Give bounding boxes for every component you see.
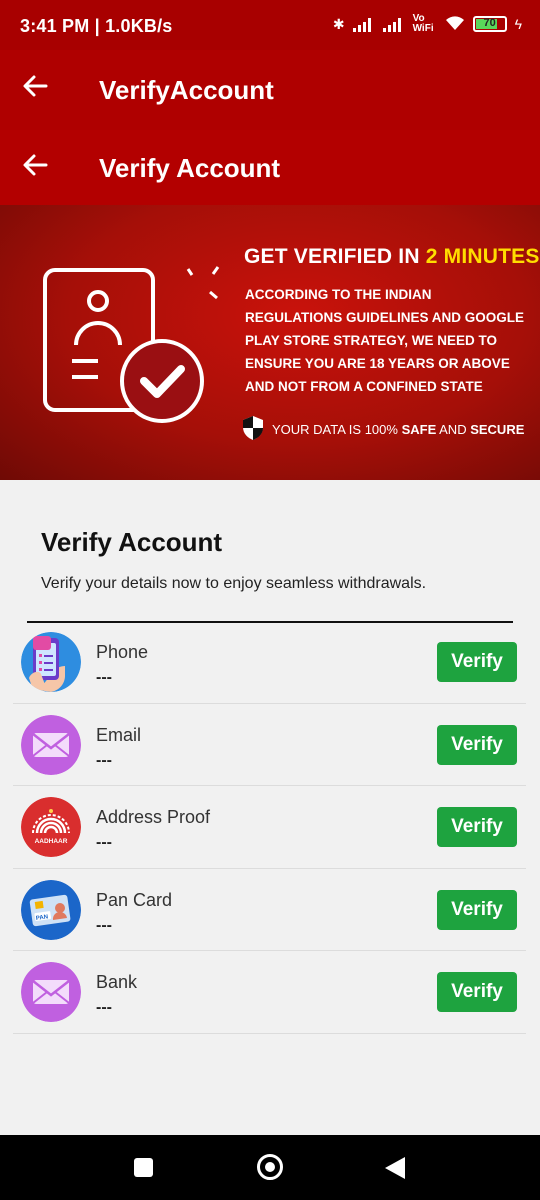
item-label: Address Proof xyxy=(96,807,211,827)
vowifi-label: Vo WiFi xyxy=(412,13,434,34)
item-value: --- xyxy=(96,669,112,686)
back-button[interactable] xyxy=(385,1157,405,1179)
verify-content: Verify Account Verify your details now t… xyxy=(0,480,540,1135)
list-item-address-proof: AADHAAR Address Proof --- Verify xyxy=(13,786,526,869)
safe-secure-note: YOUR DATA IS 100% SAFE AND SECURE xyxy=(242,415,524,444)
section-subtitle: Verify your details now to enjoy seamles… xyxy=(41,575,427,592)
battery-level: 70 xyxy=(483,17,496,29)
item-value: --- xyxy=(96,834,112,851)
system-nav-bar xyxy=(0,1135,540,1200)
recents-button[interactable] xyxy=(134,1158,153,1177)
item-label: Phone xyxy=(96,642,149,662)
id-card-check-icon xyxy=(40,265,220,435)
aadhaar-icon: AADHAAR xyxy=(21,797,81,857)
banner-description: ACCORDING TO THE INDIAN REGULATIONS GUID… xyxy=(245,287,525,394)
wifi-icon xyxy=(445,15,465,34)
shield-icon xyxy=(242,415,264,444)
bank-email-icon xyxy=(21,962,81,1022)
bluetooth-icon: ✱ xyxy=(332,15,345,32)
item-label: Email xyxy=(96,724,142,745)
screen-title: Verify Account xyxy=(99,153,281,183)
item-value: --- xyxy=(96,751,112,769)
verify-phone-button[interactable]: Verify xyxy=(437,642,517,682)
verify-email-button[interactable]: Verify xyxy=(437,724,517,765)
svg-text:AADHAAR: AADHAAR xyxy=(35,838,68,845)
pan-card-icon: PAN xyxy=(21,879,81,940)
headline-text: GET VERIFIED IN xyxy=(244,245,426,268)
phone-icon xyxy=(21,632,81,692)
item-label: Bank xyxy=(96,972,138,992)
section-title: Verify Account xyxy=(41,527,223,557)
verify-address-proof-button[interactable]: Verify xyxy=(437,807,517,847)
verify-bank-button[interactable]: Verify xyxy=(437,972,517,1012)
safe-text: YOUR DATA IS 100% SAFE AND SECURE xyxy=(272,422,525,437)
signal-icon xyxy=(352,16,375,32)
verification-banner: GET VERIFIED IN 2 MINUTES ACCORDING TO T… xyxy=(0,205,540,480)
back-arrow-icon-2[interactable] xyxy=(22,152,48,184)
battery-icon: 70 xyxy=(472,16,507,32)
status-icons: ✱ Vo WiFi 70 ϟ xyxy=(333,14,522,34)
page-title: VerifyAccount xyxy=(99,75,274,105)
back-arrow-icon[interactable] xyxy=(22,73,48,105)
charging-icon: ϟ xyxy=(514,16,522,32)
list-item-phone: Phone --- Verify xyxy=(13,621,526,704)
signal-icon-2 xyxy=(382,16,405,32)
app-bar-top: VerifyAccount xyxy=(0,50,540,130)
banner-headline: GET VERIFIED IN 2 MINUTES xyxy=(244,245,540,269)
app-bar-second: Verify Account xyxy=(0,130,540,205)
list-item-pan-card: PAN Pan Card --- Verify xyxy=(13,869,526,951)
list-item-bank: Bank --- Verify xyxy=(13,951,526,1034)
headline-highlight: 2 MINUTES xyxy=(425,245,540,268)
verify-pan-card-button[interactable]: Verify xyxy=(437,889,517,930)
item-value: --- xyxy=(96,999,112,1016)
status-time: 3:41 PM | 1.0KB/s xyxy=(20,16,173,36)
verification-list: Phone --- Verify Email --- Verify AADHAA… xyxy=(13,621,526,1034)
home-button[interactable] xyxy=(257,1154,283,1180)
email-icon xyxy=(21,714,81,775)
status-bar: 3:41 PM | 1.0KB/s ✱ Vo WiFi 70 ϟ xyxy=(0,0,540,50)
item-label: Pan Card xyxy=(96,889,173,910)
list-item-email: Email --- Verify xyxy=(13,704,526,786)
item-value: --- xyxy=(96,916,112,934)
